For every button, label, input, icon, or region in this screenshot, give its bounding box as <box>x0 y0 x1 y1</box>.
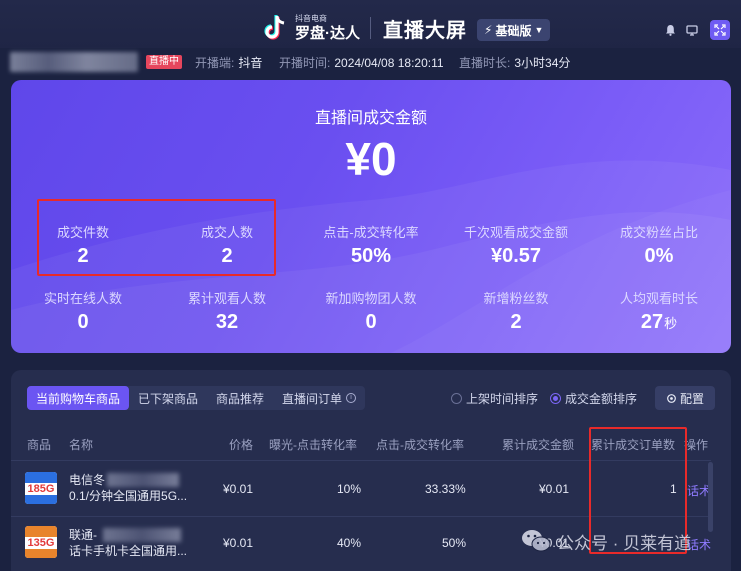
tiktok-icon <box>263 14 289 42</box>
duration-info: 直播时长: 3小时34分 <box>459 56 571 70</box>
sort-by-listing-time[interactable]: 上架时间排序 <box>451 390 538 407</box>
bell-icon[interactable] <box>660 20 680 40</box>
monitor-icon[interactable] <box>682 20 702 40</box>
start-time-info: 开播时间: 2024/04/08 18:20:11 <box>279 56 444 70</box>
top-bar: 抖音电商 罗盘·达人 直播大屏 ⚡ 基础版 ▼ <box>0 0 741 48</box>
product-price: ¥0.01 <box>223 482 254 496</box>
click-deal-rate: 33.33% <box>425 482 466 496</box>
live-status-badge: 直播中 <box>146 55 182 69</box>
brand-name: 罗盘·达人 <box>295 25 360 42</box>
column-header-operation: 操作 <box>684 438 709 452</box>
config-button[interactable]: 配置 <box>655 386 715 410</box>
stat-avg-watch-time: 人均观看时长 27秒 <box>619 291 698 333</box>
column-header-product: 商品 <box>27 438 52 452</box>
lightning-icon: ⚡ <box>484 23 493 37</box>
gear-icon <box>667 393 676 403</box>
sort-by-deal-amount[interactable]: 成交金额排序 <box>550 390 637 407</box>
redacted-text <box>107 473 179 487</box>
stat-fan-deal-ratio: 成交粉丝占比 0% <box>619 225 698 267</box>
table-scrollbar[interactable] <box>708 462 713 532</box>
wechat-icon <box>521 528 551 554</box>
product-tabs: 当前购物车商品 已下架商品 商品推荐 直播间订单 i <box>27 386 366 410</box>
product-price: ¥0.01 <box>223 536 254 550</box>
watermark: 公众号 · 贝莱有道 <box>521 527 691 555</box>
stat-gpm: 千次观看成交金额 ¥0.57 <box>463 225 568 267</box>
sort-options: 上架时间排序 成交金额排序 <box>451 390 637 407</box>
column-header-total-amount: 累计成交金额 <box>502 438 575 452</box>
brand-subtitle: 抖音电商 <box>295 14 327 23</box>
watermark-text: 公众号 · 贝莱有道 <box>557 533 692 553</box>
edition-dropdown[interactable]: ⚡ 基础版 ▼ <box>477 19 551 41</box>
column-header-name: 名称 <box>69 438 94 452</box>
platform-info: 开播端: 抖音 <box>195 56 263 70</box>
fullscreen-icon[interactable] <box>710 20 730 40</box>
product-thumbnail[interactable]: 135G <box>25 526 57 558</box>
product-thumbnail[interactable]: 185G <box>25 472 57 504</box>
anchor-name-redacted <box>10 52 138 72</box>
tab-current-cart[interactable]: 当前购物车商品 <box>27 386 130 410</box>
exposure-click-rate: 10% <box>337 482 362 496</box>
radio-checked-icon <box>550 393 562 404</box>
tab-live-orders[interactable]: 直播间订单 i <box>273 386 365 410</box>
radio-icon <box>451 393 462 404</box>
redacted-text <box>103 528 181 542</box>
tab-removed-products[interactable]: 已下架商品 <box>129 386 207 410</box>
tab-recommended[interactable]: 商品推荐 <box>207 386 273 410</box>
stat-total-viewers: 累计观看人数 32 <box>187 291 266 333</box>
brand-logo: 抖音电商 罗盘·达人 直播大屏 <box>263 12 467 44</box>
sales-summary-card: 直播间成交金额 ¥0 成交件数 2 成交人数 2 点击-成交转化率 50% 千次… <box>11 80 731 353</box>
stat-click-deal-rate: 点击-成交转化率 50% <box>323 225 419 267</box>
exposure-click-rate: 40% <box>337 536 362 550</box>
stat-online-users: 实时在线人数 0 <box>43 291 122 333</box>
sales-amount-value: ¥0 <box>345 133 397 185</box>
sales-amount-title: 直播间成交金额 <box>314 110 427 127</box>
annotation-box-deal-stats <box>37 199 276 276</box>
edition-label: 基础版 <box>495 23 532 38</box>
column-header-exposure-click: 曝光-点击转化率 <box>269 438 357 452</box>
column-header-click-deal: 点击-成交转化率 <box>376 438 464 452</box>
stat-new-fan-club: 新加购物团人数 0 <box>325 291 417 333</box>
column-header-price: 价格 <box>229 438 254 452</box>
live-info-bar: 直播中 开播端: 抖音 开播时间: 2024/04/08 18:20:11 直播时长… <box>0 50 741 72</box>
brand-divider <box>370 17 371 39</box>
chevron-down-icon: ▼ <box>534 25 544 35</box>
stat-new-followers: 新增粉丝数 2 <box>483 291 549 333</box>
info-icon: i <box>346 393 357 403</box>
page-title: 直播大屏 <box>383 19 467 42</box>
total-deal-amount: ¥0.01 <box>539 482 570 496</box>
click-deal-rate: 50% <box>442 536 467 550</box>
